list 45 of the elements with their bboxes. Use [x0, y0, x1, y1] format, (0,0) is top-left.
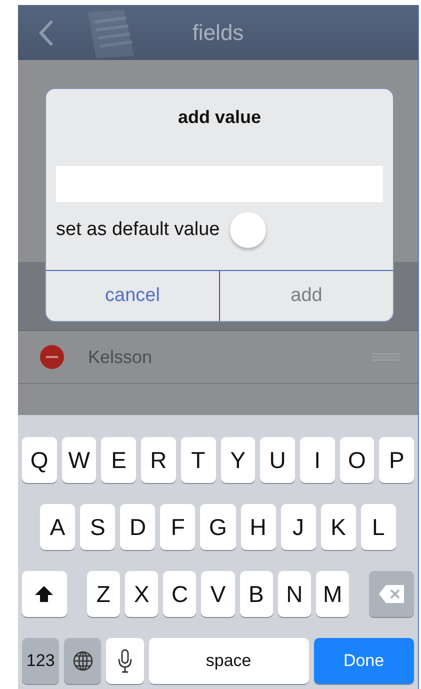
letter-key[interactable]: B	[240, 571, 273, 617]
delete-icon[interactable]	[40, 345, 64, 369]
toggle-switch[interactable]	[230, 211, 268, 249]
letter-key[interactable]: M	[316, 571, 350, 617]
letter-key[interactable]: Z	[86, 571, 120, 617]
letter-key[interactable]: I	[300, 437, 335, 483]
letter-key[interactable]: D	[120, 504, 156, 550]
letter-key[interactable]: Q	[22, 437, 57, 483]
letter-key[interactable]: A	[40, 504, 76, 550]
letter-key[interactable]: W	[62, 437, 96, 483]
letter-key[interactable]: O	[340, 437, 374, 483]
back-icon[interactable]	[38, 18, 54, 46]
shift-key[interactable]	[22, 571, 67, 617]
letter-key[interactable]: U	[260, 437, 295, 483]
globe-key[interactable]	[64, 638, 102, 684]
letter-key[interactable]: T	[180, 437, 216, 483]
letter-key[interactable]: R	[141, 437, 176, 483]
letter-key[interactable]: E	[101, 437, 136, 483]
backspace-icon	[378, 584, 406, 604]
letter-key[interactable]: Y	[220, 437, 256, 483]
done-key[interactable]: Done	[314, 638, 414, 684]
letter-key[interactable]: N	[278, 571, 312, 617]
list-item-name: Kelsson	[88, 346, 154, 368]
letter-key[interactable]: F	[160, 504, 196, 550]
letter-key[interactable]: L	[360, 504, 396, 550]
letter-key[interactable]: H	[240, 504, 276, 550]
screen-title: fields	[192, 20, 244, 46]
letter-key[interactable]: C	[163, 571, 196, 617]
letter-key[interactable]: V	[201, 571, 235, 617]
globe-icon	[72, 650, 94, 672]
shift-icon	[34, 584, 54, 604]
microphone-icon	[118, 649, 132, 673]
cancel-button[interactable]: cancel	[46, 271, 219, 321]
delete-key[interactable]	[369, 571, 414, 617]
letter-key[interactable]: X	[125, 571, 158, 617]
dialog-title: add value	[176, 106, 262, 129]
toggle-label: set as default value	[56, 219, 220, 241]
numbers-key[interactable]: 123	[22, 638, 60, 684]
letter-key[interactable]: P	[379, 437, 414, 483]
letter-key[interactable]: S	[80, 504, 116, 550]
space-key[interactable]: space	[148, 638, 309, 684]
letter-key[interactable]: K	[320, 504, 356, 550]
dictation-key[interactable]	[106, 638, 144, 684]
letter-key[interactable]: J	[280, 504, 316, 550]
letter-key[interactable]: G	[200, 504, 236, 550]
